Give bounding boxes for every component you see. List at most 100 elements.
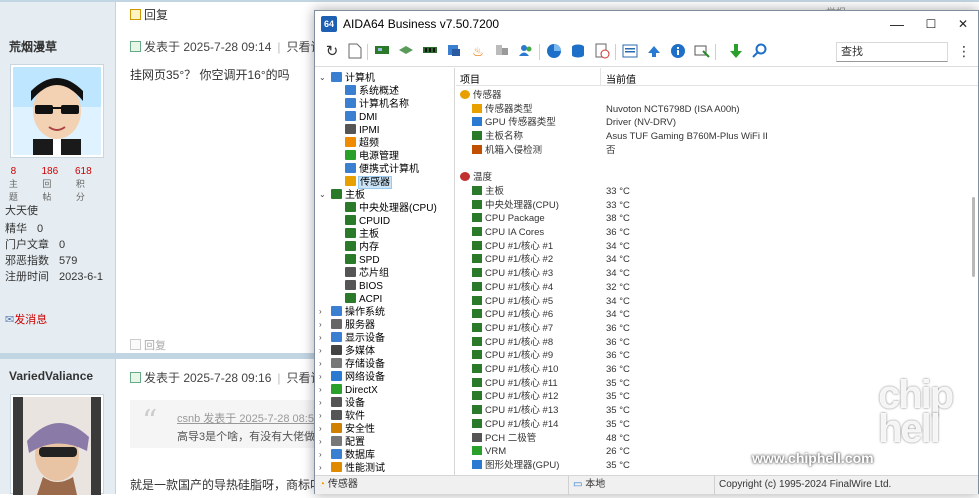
column-separator[interactable] — [600, 68, 601, 86]
reply-link[interactable]: 回复 — [130, 6, 168, 23]
expand-toggle-icon[interactable]: › — [319, 385, 322, 394]
tree-item[interactable]: 传感器 — [345, 176, 392, 189]
list-row[interactable]: 机箱入侵检测 否 — [456, 144, 968, 157]
tree-item[interactable]: 网络设备 — [331, 371, 385, 384]
expand-toggle-icon[interactable]: › — [319, 346, 322, 355]
tree-item[interactable]: 操作系统 — [331, 306, 385, 319]
tree-item[interactable]: SPD — [345, 254, 380, 267]
list-row[interactable]: CPU #1/核心 #3 34 °C — [456, 267, 968, 280]
benchmark-icon[interactable] — [593, 43, 611, 61]
download-icon[interactable] — [727, 43, 745, 61]
tree-item[interactable]: 显示设备 — [331, 332, 385, 345]
tree-item[interactable]: 系统概述 — [345, 85, 399, 98]
info-icon[interactable] — [669, 43, 687, 61]
user-icon[interactable] — [517, 43, 535, 61]
expand-toggle-icon[interactable]: › — [319, 424, 322, 433]
send-message-link[interactable]: ✉发消息 — [5, 311, 47, 327]
search-input[interactable]: 查找 — [836, 42, 948, 62]
tree-item[interactable]: 数据库 — [331, 449, 375, 462]
tree-item[interactable]: 超频 — [345, 137, 379, 150]
tree-item[interactable]: 软件 — [331, 410, 365, 423]
list-row[interactable]: CPU #1/核心 #2 34 °C — [456, 253, 968, 266]
tree-item[interactable]: 内存 — [345, 241, 379, 254]
tree-item[interactable]: 安全性 — [331, 423, 375, 436]
list-row[interactable]: CPU #1/核心 #6 34 °C — [456, 308, 968, 321]
tree-item[interactable]: DirectX — [331, 384, 378, 397]
post2-username[interactable]: VariedValiance — [9, 369, 93, 383]
tree-item[interactable]: 中央处理器(CPU) — [345, 202, 437, 215]
avatar[interactable] — [10, 64, 104, 158]
list-row[interactable]: 传感器类型 Nuvoton NCT6798D (ISA A00h) — [456, 103, 968, 116]
ram-icon[interactable] — [421, 43, 439, 61]
collapse-toggle-icon[interactable]: ⌄ — [319, 73, 326, 82]
reply-label[interactable]: 回复 — [144, 8, 168, 22]
tree-item[interactable]: DMI — [345, 111, 377, 124]
tree-item[interactable]: BIOS — [345, 280, 383, 293]
maximize-button[interactable]: ☐ — [916, 14, 946, 34]
list-row[interactable]: CPU #1/核心 #4 32 °C — [456, 281, 968, 294]
list-row[interactable]: CPU #1/核心 #5 34 °C — [456, 295, 968, 308]
expand-toggle-icon[interactable]: › — [319, 411, 322, 420]
expand-toggle-icon[interactable]: › — [319, 463, 322, 472]
tree-item[interactable]: 主板 — [331, 189, 365, 202]
collapse-toggle-icon[interactable]: ⌄ — [319, 190, 326, 199]
search-icon[interactable] — [751, 43, 769, 61]
expand-toggle-icon[interactable]: › — [319, 307, 322, 316]
list-row[interactable]: CPU Package 38 °C — [456, 212, 968, 225]
list-row[interactable]: CPU #1/核心 #1 34 °C — [456, 240, 968, 253]
list-row[interactable]: CPU IA Cores 36 °C — [456, 226, 968, 239]
close-button[interactable]: ✕ — [948, 14, 978, 34]
column-header-value[interactable]: 当前值 — [606, 71, 636, 86]
list-row[interactable]: CPU #1/核心 #7 36 °C — [456, 322, 968, 335]
expand-toggle-icon[interactable]: › — [319, 359, 322, 368]
list-row[interactable]: 主板 33 °C — [456, 185, 968, 198]
post1-username[interactable]: 荒烟漫草 — [9, 38, 57, 55]
list-section-header[interactable]: 传感器 — [456, 89, 968, 102]
scrollbar-thumb[interactable] — [972, 197, 975, 277]
column-header-item[interactable]: 项目 — [460, 71, 480, 86]
tree-item[interactable]: 便携式计算机 — [345, 163, 419, 176]
list-row[interactable]: 主板名称 Asus TUF Gaming B760M-Plus WiFi II — [456, 130, 968, 143]
tree-item[interactable]: CPUID — [345, 215, 390, 228]
tree-item[interactable]: 多媒体 — [331, 345, 375, 358]
tree-item[interactable]: 服务器 — [331, 319, 375, 332]
tree-item[interactable]: IPMI — [345, 124, 380, 137]
expand-toggle-icon[interactable]: › — [319, 398, 322, 407]
report-icon[interactable] — [346, 43, 364, 61]
update-icon[interactable] — [645, 43, 663, 61]
tree-item[interactable]: 主板 — [345, 228, 379, 241]
stat-replies[interactable]: 186 回帖 — [42, 166, 75, 203]
memory-icon[interactable] — [397, 43, 415, 61]
minimize-button[interactable]: — — [882, 14, 912, 34]
list-row[interactable]: 图形处理器(GPU) 35 °C — [456, 459, 968, 472]
tree-item[interactable]: 计算机名称 — [345, 98, 409, 111]
storage-icon[interactable] — [445, 43, 463, 61]
tree-item[interactable]: 配置 — [331, 436, 365, 449]
expand-toggle-icon[interactable]: › — [319, 333, 322, 342]
tree-item[interactable]: 电源管理 — [345, 150, 399, 163]
tree-item[interactable]: 计算机 — [331, 72, 375, 85]
list-row[interactable]: GPU 传感器类型 Driver (NV-DRV) — [456, 116, 968, 129]
motherboard-icon[interactable] — [373, 43, 391, 61]
more-menu-icon[interactable]: ⋮ — [957, 43, 971, 60]
tree-item[interactable]: 存储设备 — [331, 358, 385, 371]
expand-toggle-icon[interactable]: › — [319, 437, 322, 446]
quote-author[interactable]: csnb 发表于 2025-7-28 08:52 — [177, 410, 320, 426]
expand-toggle-icon[interactable]: › — [319, 320, 322, 329]
stat-points[interactable]: 618 积分 — [75, 166, 108, 203]
avatar[interactable] — [10, 394, 104, 495]
list-row[interactable]: 中央处理器(CPU) 33 °C — [456, 199, 968, 212]
refresh-icon[interactable]: ↻ — [323, 43, 341, 61]
list-row[interactable]: CPU #1/核心 #8 36 °C — [456, 336, 968, 349]
list-icon[interactable] — [621, 43, 639, 61]
chart-icon[interactable] — [545, 43, 563, 61]
expand-toggle-icon[interactable]: › — [319, 450, 322, 459]
network-icon[interactable] — [493, 43, 511, 61]
tree-item[interactable]: ACPI — [345, 293, 382, 306]
reply-link[interactable]: 回复 — [130, 337, 166, 353]
flame-icon[interactable]: ♨ — [469, 43, 487, 61]
title-bar[interactable]: 64 AIDA64 Business v7.50.7200 — ☐ ✕ — [315, 11, 978, 37]
expand-toggle-icon[interactable]: › — [319, 372, 322, 381]
list-section-header[interactable]: 温度 — [456, 171, 968, 184]
tree-item[interactable]: 设备 — [331, 397, 365, 410]
